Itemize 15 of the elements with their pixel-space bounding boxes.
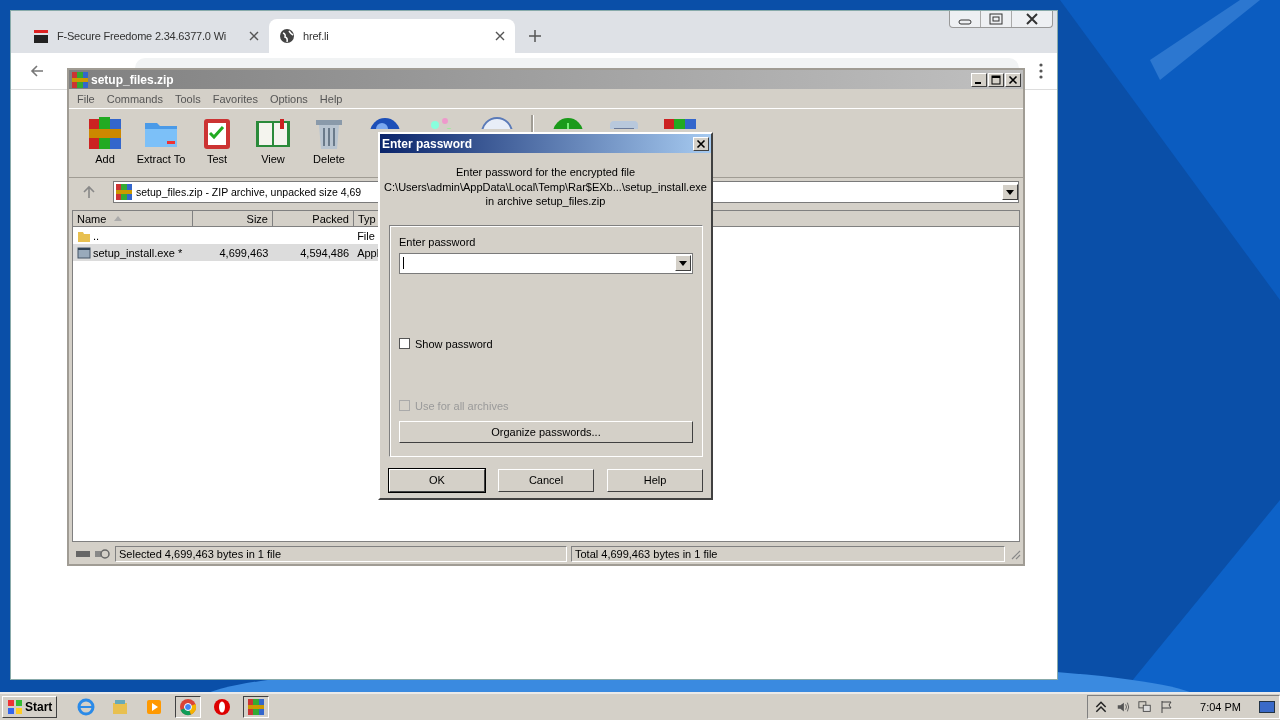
dialog-title: Enter password: [382, 136, 473, 151]
tab-title: href.li: [303, 30, 330, 42]
table-cell: ..: [93, 229, 100, 242]
message-text: C:\Users\admin\AppData\Local\Temp\Rar$EXb...\setup_install.exe: [384, 179, 707, 194]
table-cell: 4,699,463: [219, 246, 269, 259]
window-title: setup_files.zip: [91, 72, 175, 87]
tab-title: F-Secure Freedome 2.34.6377.0 Wi: [57, 30, 228, 42]
status-text: Selected 4,699,463 bytes in 1 file: [115, 546, 567, 562]
table-cell: Appl: [357, 246, 380, 259]
table-cell: setup_install.exe *: [93, 246, 183, 259]
message-text: in archive setup_files.zip: [485, 194, 606, 209]
table-cell: 4,594,486: [300, 246, 350, 259]
table-cell: File: [357, 229, 375, 242]
message-text: Enter password for the encrypted file: [455, 165, 636, 180]
status-text: Total 4,699,463 bytes in 1 file: [571, 546, 1005, 562]
